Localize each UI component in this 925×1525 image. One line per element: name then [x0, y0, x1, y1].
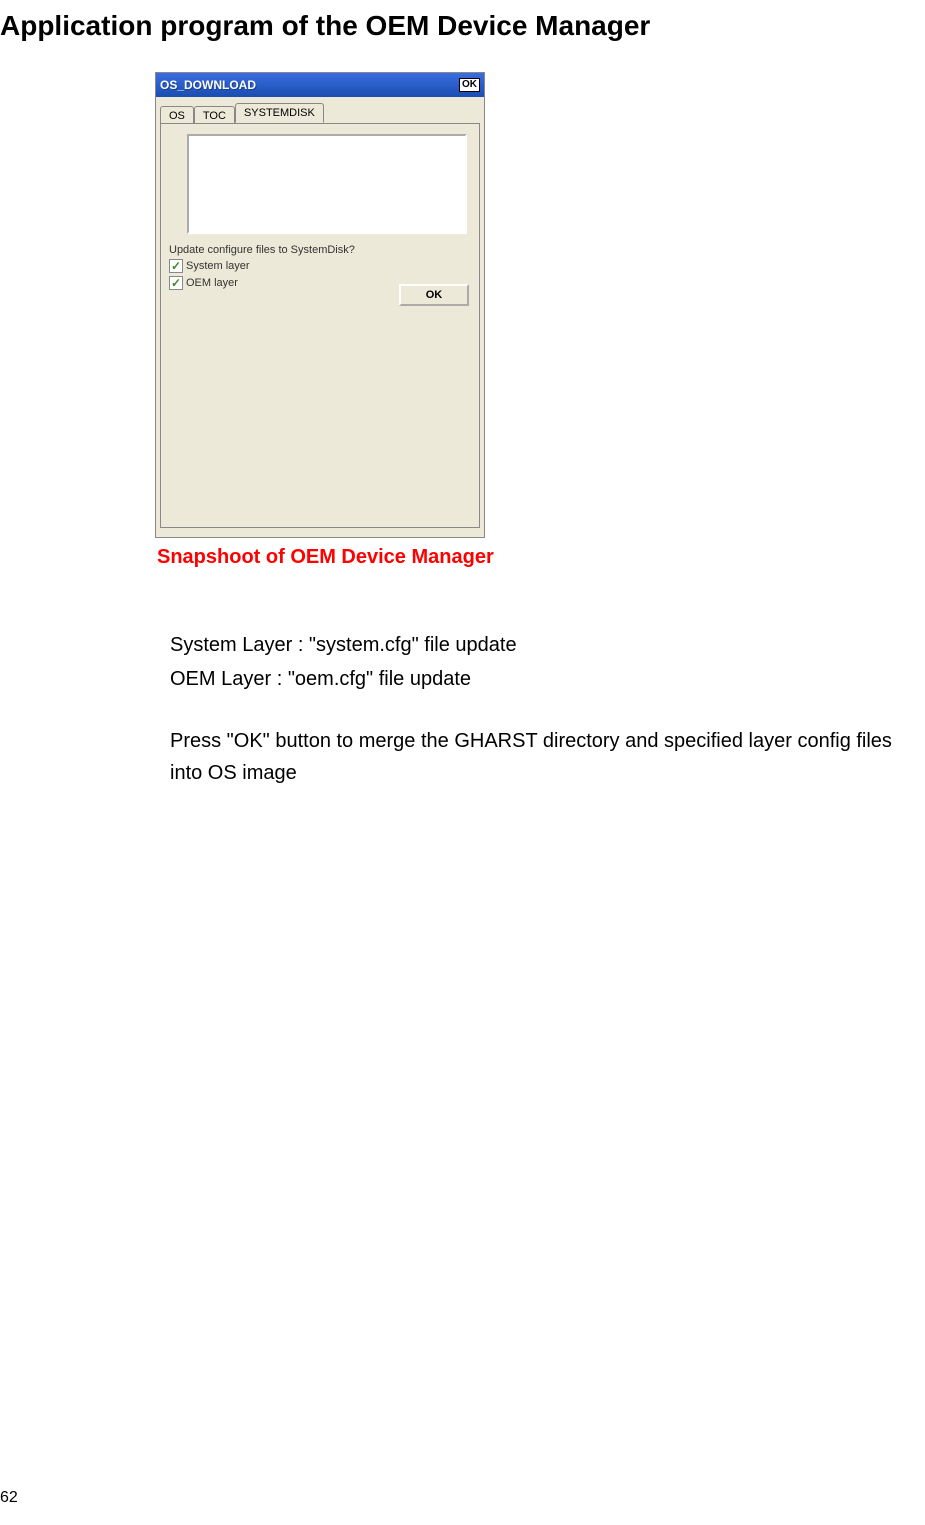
- checkbox-oem-layer[interactable]: [169, 276, 183, 290]
- figure-caption: Snapshoot of OEM Device Manager: [157, 546, 925, 569]
- question-label: Update configure files to SystemDisk?: [169, 244, 473, 256]
- desc-line-1: System Layer : "system.cfg" file update: [170, 629, 925, 661]
- description-block: System Layer : "system.cfg" file update …: [170, 629, 925, 789]
- checkbox-system-layer-label: System layer: [186, 260, 250, 272]
- page-title: Application program of the OEM Device Ma…: [0, 0, 925, 42]
- screenshot-figure: OS_DOWNLOAD OK OS TOC SYSTEMDISK Update …: [155, 72, 485, 538]
- ok-button[interactable]: OK: [399, 284, 469, 306]
- desc-paragraph: Press "OK" button to merge the GHARST di…: [170, 725, 925, 789]
- tab-panel-systemdisk: Update configure files to SystemDisk? Sy…: [160, 123, 480, 528]
- window-body: OS TOC SYSTEMDISK Update configure files…: [156, 97, 484, 537]
- listbox-area: [187, 134, 467, 234]
- checkbox-oem-layer-label: OEM layer: [186, 277, 238, 289]
- checkbox-system-layer[interactable]: [169, 259, 183, 273]
- tabs-row: OS TOC SYSTEMDISK: [156, 97, 484, 123]
- checkbox-system-layer-row: System layer: [169, 259, 473, 273]
- tab-systemdisk[interactable]: SYSTEMDISK: [235, 103, 324, 123]
- window-titlebar: OS_DOWNLOAD OK: [156, 73, 484, 97]
- desc-line-2: OEM Layer : "oem.cfg" file update: [170, 663, 925, 695]
- titlebar-ok-button[interactable]: OK: [459, 78, 480, 92]
- page-number: 62: [0, 1489, 18, 1507]
- window-title: OS_DOWNLOAD: [160, 78, 256, 92]
